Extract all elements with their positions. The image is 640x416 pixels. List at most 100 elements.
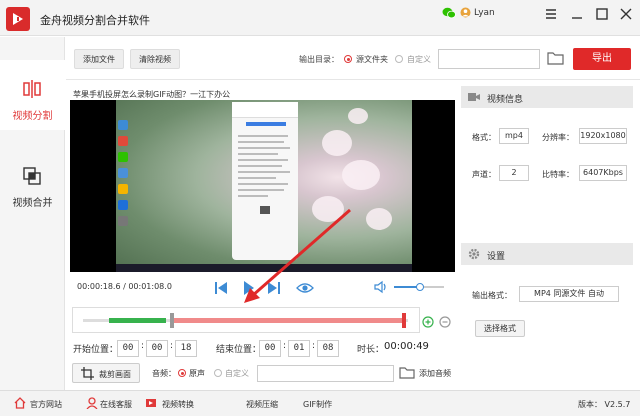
crop-label: 裁剪画面: [99, 370, 131, 379]
flower-shape: [322, 130, 352, 156]
desktop-icon: [118, 168, 128, 178]
maximize-icon[interactable]: [594, 6, 610, 22]
end-second-input[interactable]: 08: [317, 340, 339, 357]
desktop-icon: [118, 136, 128, 146]
time-separator: :: [170, 341, 174, 351]
output-dir-label: 输出目录：: [299, 55, 339, 64]
desktop-icon: [118, 184, 128, 194]
version-label: 版本： V2.5.7: [578, 400, 631, 409]
zoom-in-icon[interactable]: [422, 316, 434, 328]
sidebar: 视频分割 视频合并: [0, 37, 65, 390]
status-bar: 官方网站 在线客服 视频转换 视频压缩 GIF制作 版本： V2.5.7: [0, 390, 640, 416]
menu-icon[interactable]: [543, 6, 559, 22]
folder-icon[interactable]: [399, 366, 415, 379]
clear-video-button[interactable]: 清除视频: [130, 49, 180, 69]
end-minute-input[interactable]: 01: [288, 340, 310, 357]
duration-label: 时长：: [357, 345, 385, 355]
volume-slider[interactable]: [394, 283, 444, 291]
timeline-start-handle[interactable]: [170, 313, 175, 328]
timeline[interactable]: [72, 307, 420, 333]
flower-shape: [342, 160, 380, 190]
video-info-title: 视频信息: [487, 95, 524, 105]
flower-shape: [312, 196, 344, 222]
timeline-played: [109, 318, 167, 323]
sidebar-item-video-merge[interactable]: 视频合并: [0, 147, 65, 217]
flower-shape: [348, 108, 368, 124]
split-icon: [23, 80, 41, 98]
radio-source-folder[interactable]: [344, 55, 352, 63]
audio-path-input[interactable]: [257, 365, 394, 382]
channel-value: 2: [499, 165, 529, 181]
desktop-icons: [118, 120, 130, 232]
crop-icon: [81, 367, 94, 380]
video-preview[interactable]: [70, 100, 455, 272]
prev-frame-icon[interactable]: [214, 280, 228, 296]
add-audio-button[interactable]: 添加音频: [419, 368, 451, 379]
audio-custom-label: 自定义: [225, 369, 249, 378]
phone-article-lines: [238, 135, 290, 214]
zoom-out-icon[interactable]: [439, 316, 451, 328]
merge-icon: [23, 167, 41, 185]
phone-header: [232, 102, 298, 118]
video-convert-link[interactable]: 视频转换: [162, 399, 194, 410]
output-path-input[interactable]: [438, 49, 540, 69]
sidebar-item-label: 视频合并: [12, 198, 53, 209]
sidebar-item-video-split[interactable]: 视频分割: [0, 60, 65, 130]
video-compress-link[interactable]: 视频压缩: [246, 399, 278, 410]
add-file-button[interactable]: 添加文件: [74, 49, 124, 69]
phone-screen-mirror: [232, 102, 298, 260]
format-label: 格式：: [472, 133, 496, 142]
sidebar-item-label: 视频分割: [12, 111, 53, 122]
radio-audio-original[interactable]: [178, 369, 186, 377]
end-position-label: 结束位置：: [216, 345, 262, 355]
audio-label: 音频：: [152, 369, 176, 378]
desktop-icon: [118, 200, 128, 210]
start-minute-input[interactable]: 00: [146, 340, 168, 357]
desktop-icon: [118, 216, 128, 226]
folder-icon[interactable]: [547, 51, 565, 65]
home-icon: [14, 397, 26, 409]
volume-knob[interactable]: [416, 283, 424, 291]
support-icon: [86, 397, 98, 409]
export-button[interactable]: 导出: [573, 48, 631, 70]
crop-frame-button[interactable]: 裁剪画面: [72, 363, 140, 383]
eye-icon[interactable]: [296, 282, 314, 294]
online-support-link[interactable]: 在线客服: [100, 399, 132, 410]
close-icon[interactable]: [618, 6, 634, 22]
start-second-input[interactable]: 18: [175, 340, 197, 357]
output-format-label: 输出格式：: [472, 291, 512, 300]
custom-dir-label: 自定义: [407, 55, 431, 64]
minimize-icon[interactable]: [569, 6, 585, 22]
resolution-value: 1920x1080: [579, 128, 627, 144]
toolbar: 添加文件 清除视频 输出目录： 源文件夹 自定义 导出: [66, 37, 640, 80]
timeline-end-handle[interactable]: [402, 313, 406, 328]
channel-label: 声道：: [472, 170, 496, 179]
start-hour-input[interactable]: 00: [117, 340, 139, 357]
source-folder-label: 源文件夹: [356, 55, 388, 64]
next-frame-icon[interactable]: [267, 280, 281, 296]
volume-icon[interactable]: [374, 280, 388, 294]
gif-make-link[interactable]: GIF制作: [303, 399, 332, 410]
video-info-header: 视频信息: [461, 86, 633, 108]
time-separator: :: [312, 341, 316, 351]
official-site-link[interactable]: 官方网站: [30, 399, 62, 410]
radio-audio-custom[interactable]: [214, 369, 222, 377]
bitrate-value: 6407Kbps: [579, 165, 627, 181]
settings-header: 设置: [461, 243, 633, 265]
taskbar: [116, 264, 412, 272]
desktop-icon: [118, 152, 128, 162]
end-hour-input[interactable]: 00: [259, 340, 281, 357]
video-frame-image: [116, 100, 412, 272]
play-icon[interactable]: [243, 280, 255, 296]
radio-custom-dir[interactable]: [395, 55, 403, 63]
avatar-icon: [460, 7, 471, 18]
convert-icon: [146, 399, 156, 407]
app-title: 金舟视频分割合并软件: [40, 14, 150, 27]
choose-format-button[interactable]: 选择格式: [475, 320, 525, 337]
video-info-icon: [468, 93, 480, 101]
duration-value: 00:00:49: [384, 341, 429, 352]
audio-original-label: 原声: [189, 369, 205, 378]
user-name: Lyan: [474, 8, 495, 18]
video-title: 苹果手机投屏怎么录制GIF动图？一江下办公: [73, 90, 231, 99]
time-separator: :: [283, 341, 287, 351]
